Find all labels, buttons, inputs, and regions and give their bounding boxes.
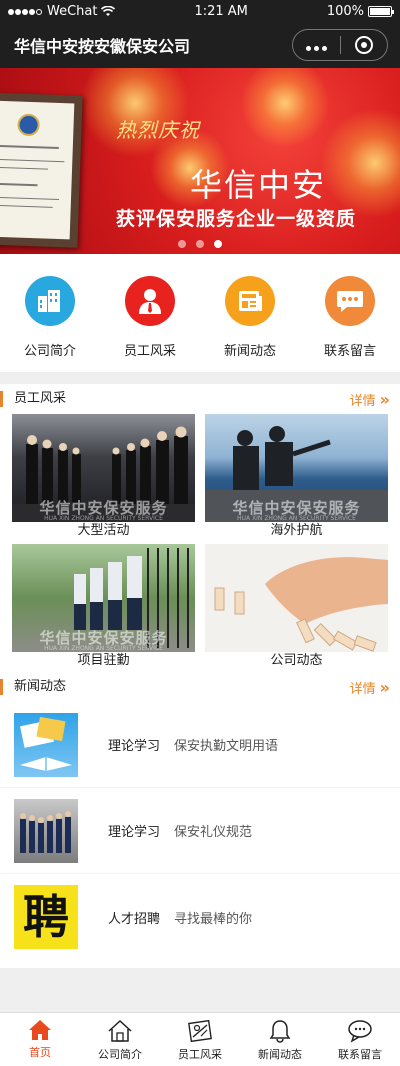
carrier-label: WeChat [47,3,98,19]
banner-carousel[interactable]: 热烈庆祝 华信中安 获评保安服务企业一级资质 [0,68,400,254]
bell-icon [269,1020,291,1043]
staff-card[interactable]: 公司动态 [205,544,388,670]
recruit-glyph: 聘 [23,890,69,944]
tab-label: 新闻动态 [258,1048,302,1061]
close-mini-program-button[interactable] [341,30,388,60]
news-list-item[interactable]: 聘 人才招聘 寻找最棒的你 [0,874,400,960]
news-thumbnail [14,798,78,863]
wifi-icon [101,5,116,16]
staff-caption: 项目驻勤 [77,653,130,668]
nav-bar: 华信中安按安徽保安公司 [0,22,400,68]
tab-contact[interactable]: 联系留言 [320,1013,400,1066]
carousel-pager [178,240,222,248]
more-button[interactable] [293,30,340,60]
section-title: 新闻动态 [0,679,66,695]
photo-watermark-en: HUA XIN ZHONG AN SECURITY SERVICE [44,645,163,652]
staff-caption: 海外护航 [270,523,323,538]
staff-photo: 华信中安保安服务 HUA XIN ZHONG AN SECURITY SERVI… [12,544,195,652]
news-category: 人才招聘 [108,911,161,927]
news-thumbnail [14,712,78,777]
banner-subline: 获评保安服务企业一级资质 [116,208,357,230]
newspaper-icon [225,276,275,326]
banner-headline-small: 热烈庆祝 [116,118,200,142]
house-outline-icon [108,1019,132,1042]
news-category: 理论学习 [108,825,161,840]
battery-percent: 100% [326,3,364,19]
quick-item-contact[interactable]: 联系留言 [300,254,400,372]
firework-decoration [320,108,400,218]
clock: 1:21 AM [194,3,248,19]
battery-icon [368,5,394,17]
page-title: 华信中安按安徽保安公司 [14,37,191,56]
staff-more-link[interactable]: 详情 » [350,390,390,409]
target-icon [354,36,373,54]
tab-label: 公司简介 [98,1048,142,1061]
section-title: 员工风采 [0,391,66,407]
news-category: 理论学习 [108,739,161,754]
tab-bar: 首页 公司简介 员工风采 新闻动态 联系留言 [0,1012,400,1066]
staff-photo: 华信中安保安服务 HUA XIN ZHONG AN SECURITY SERVI… [205,414,388,522]
news-section: 新闻动态 详情 » 理论学习 保安执勤文明用语 理论学习 保安礼仪规范 聘 人才… [0,672,400,968]
quick-item-label: 公司简介 [23,344,76,359]
news-list-item[interactable]: 理论学习 保安执勤文明用语 [0,702,400,788]
tab-home[interactable]: 首页 [0,1013,80,1066]
chat-bubble-icon [348,1020,372,1043]
staff-grid: 华信中安保安服务 HUA XIN ZHONG AN SECURITY SERVI… [0,414,400,670]
staff-section: 员工风采 详情 » 华信中安保安服务 HUA XIN ZHONG AN SECU… [0,384,400,676]
building-icon [25,276,75,326]
news-more-link[interactable]: 详情 » [350,678,390,697]
news-section-header: 新闻动态 详情 » [0,672,400,702]
chat-icon [325,276,375,326]
staff-photo: 华信中安保安服务 HUA XIN ZHONG AN SECURITY SERVI… [12,414,195,522]
mini-program-capsule [292,29,388,61]
tab-company-intro[interactable]: 公司简介 [80,1013,160,1066]
top-bar: WeChat 1:21 AM 100% 华信中安按安徽保安公司 [0,0,400,68]
staff-card[interactable]: 华信中安保安服务 HUA XIN ZHONG AN SECURITY SERVI… [12,544,195,670]
status-bar: WeChat 1:21 AM 100% [0,0,400,22]
quick-item-company-intro[interactable]: 公司简介 [0,254,100,372]
staff-photo [205,544,388,652]
tab-news[interactable]: 新闻动态 [240,1013,320,1066]
tab-label: 员工风采 [178,1048,222,1061]
tab-label: 首页 [29,1046,51,1059]
quick-item-label: 联系留言 [323,344,376,359]
staff-card[interactable]: 华信中安保安服务 HUA XIN ZHONG AN SECURITY SERVI… [12,414,195,540]
double-chevron-right-icon: » [379,677,390,697]
news-title: 寻找最棒的你 [174,911,253,927]
signal-icon [8,4,43,19]
news-title: 保安执勤文明用语 [174,739,279,754]
pager-dot[interactable] [178,240,186,248]
staff-icon [188,1019,212,1043]
more-label: 详情 [349,393,376,409]
pager-dot[interactable] [196,240,204,248]
pager-dot-active[interactable] [214,240,222,248]
news-list-item[interactable]: 理论学习 保安礼仪规范 [0,788,400,874]
staff-section-header: 员工风采 详情 » [0,384,400,414]
more-label: 详情 [349,681,376,697]
tab-label: 联系留言 [338,1048,382,1061]
home-icon [29,1020,51,1040]
photo-watermark-en: HUA XIN ZHONG AN SECURITY SERVICE [237,515,356,522]
more-dots-icon [304,36,328,55]
quick-item-staff[interactable]: 员工风采 [100,254,200,372]
banner-headline-big: 华信中安 [190,166,327,204]
quick-item-news[interactable]: 新闻动态 [200,254,300,372]
certificate-image [0,92,83,248]
quick-menu: 公司简介 员工风采 新闻动态 联系留言 [0,254,400,372]
news-title: 保安礼仪规范 [174,825,253,840]
quick-item-label: 员工风采 [123,344,176,359]
staff-caption: 大型活动 [77,523,130,538]
photo-watermark-en: HUA XIN ZHONG AN SECURITY SERVICE [44,515,163,522]
staff-caption: 公司动态 [270,653,323,668]
person-icon [125,276,175,326]
double-chevron-right-icon: » [379,389,390,409]
quick-item-label: 新闻动态 [223,344,276,359]
firework-decoration [240,68,330,148]
news-thumbnail: 聘 [14,885,78,949]
tab-staff[interactable]: 员工风采 [160,1013,240,1066]
staff-card[interactable]: 华信中安保安服务 HUA XIN ZHONG AN SECURITY SERVI… [205,414,388,540]
